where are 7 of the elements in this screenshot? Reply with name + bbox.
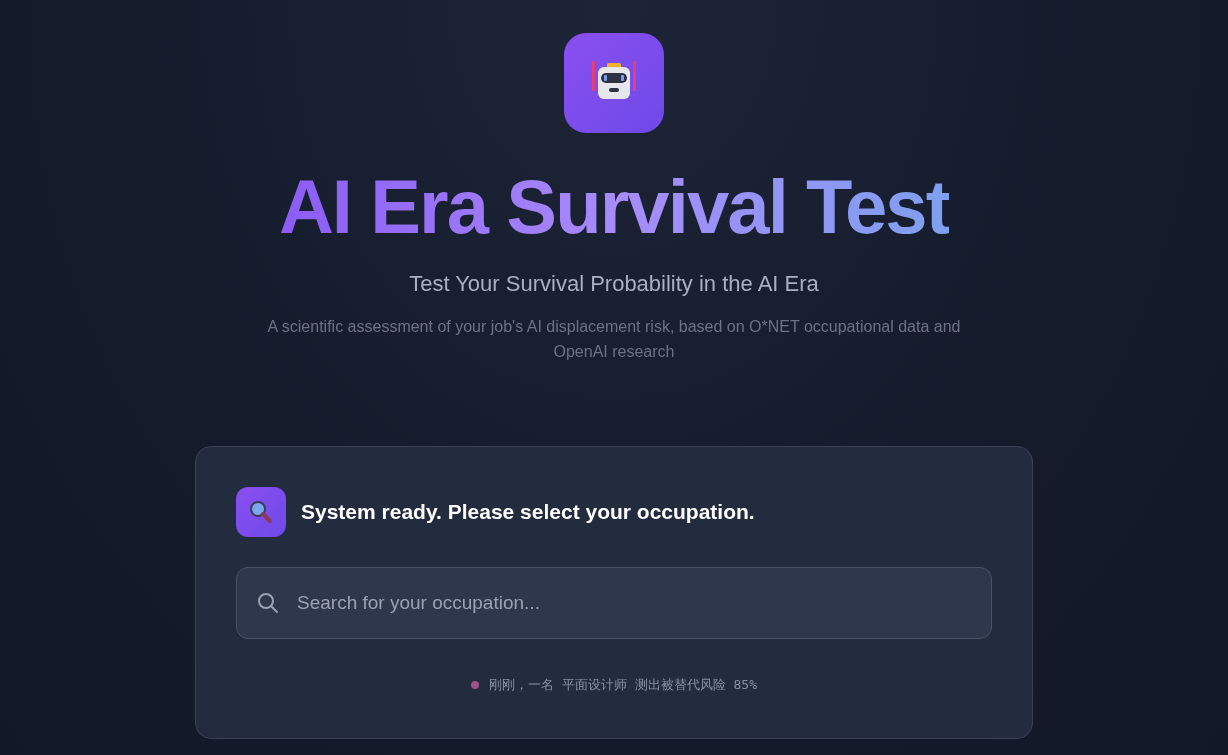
description: A scientific assessment of your job's AI displacement risk, based on O*NET occupational data and OpenAI research xyxy=(266,317,962,362)
search-icon xyxy=(256,591,280,615)
robot-logo-icon xyxy=(564,33,664,133)
magnifier-icon xyxy=(236,487,286,537)
status-message: System ready. Please select your occupation. xyxy=(301,499,755,526)
search-field[interactable]: Search for your occupation... xyxy=(236,567,992,639)
subtitle: Test Your Survival Probability in the AI Era xyxy=(409,270,819,298)
